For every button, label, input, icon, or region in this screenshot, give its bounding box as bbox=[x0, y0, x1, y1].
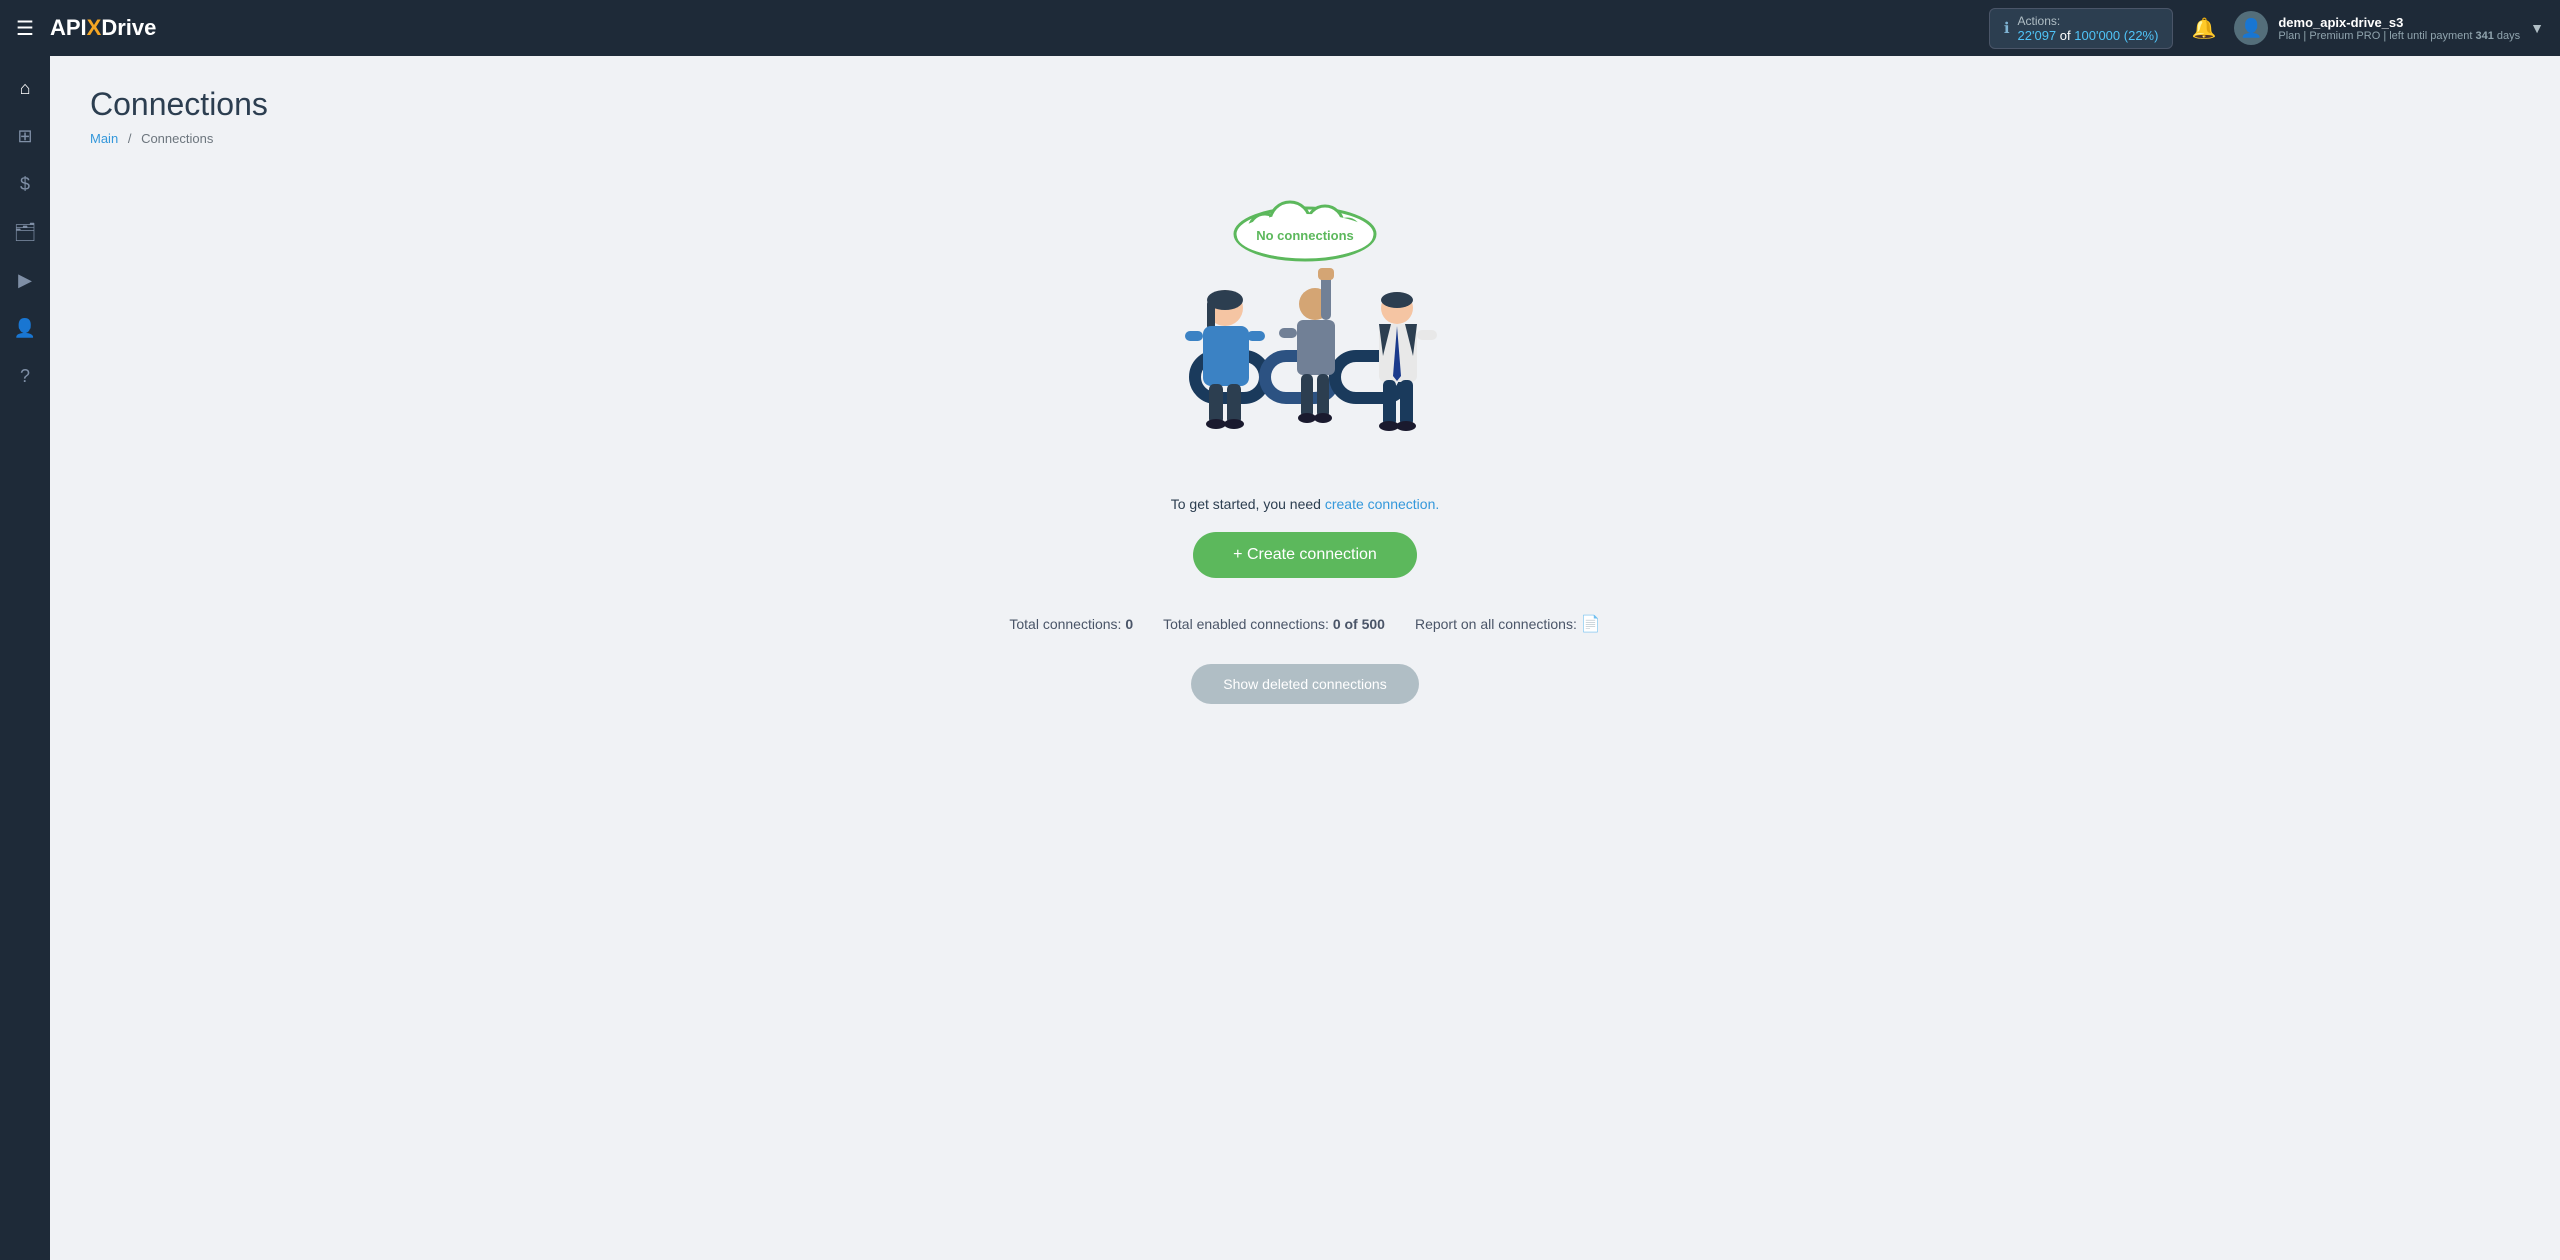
sidebar-item-billing[interactable]: $ bbox=[5, 164, 45, 204]
user-section[interactable]: 👤 demo_apix-drive_s3 Plan | Premium PRO … bbox=[2234, 11, 2544, 45]
report-icon[interactable]: 📄 bbox=[1581, 616, 1601, 633]
breadcrumb-current: Connections bbox=[141, 131, 213, 146]
report-label: Report on all connections: 📄 bbox=[1415, 614, 1601, 634]
create-connection-button[interactable]: + Create connection bbox=[1193, 532, 1417, 578]
user-avatar: 👤 bbox=[2234, 11, 2268, 45]
main-content: Connections Main / Connections bbox=[50, 56, 2560, 1260]
actions-pct: (22%) bbox=[2124, 28, 2159, 43]
menu-icon[interactable]: ☰ bbox=[16, 16, 34, 41]
breadcrumb: Main / Connections bbox=[90, 131, 2520, 146]
sidebar: ⌂ ⊞ $ 🗂 ▶ 👤 ? bbox=[0, 56, 50, 1260]
breadcrumb-separator: / bbox=[128, 131, 132, 146]
enabled-label-text: Total enabled connections: bbox=[1163, 616, 1329, 632]
user-plan: Plan | Premium PRO | left until payment … bbox=[2278, 30, 2520, 42]
page-title: Connections bbox=[90, 86, 2520, 123]
sidebar-item-home[interactable]: ⌂ bbox=[5, 68, 45, 108]
app-layout: ⌂ ⊞ $ 🗂 ▶ 👤 ? Connections Main / Connect… bbox=[0, 56, 2560, 1260]
user-info: demo_apix-drive_s3 Plan | Premium PRO | … bbox=[2278, 15, 2520, 42]
total-connections-label: Total connections: 0 bbox=[1009, 616, 1133, 632]
notification-icon[interactable]: 🔔 bbox=[2191, 16, 2216, 41]
logo-drive-text: Drive bbox=[101, 15, 156, 41]
actions-label: Actions: bbox=[2018, 14, 2159, 28]
user-name: demo_apix-drive_s3 bbox=[2278, 15, 2520, 30]
breadcrumb-main-link[interactable]: Main bbox=[90, 131, 118, 146]
sidebar-item-projects[interactable]: 🗂 bbox=[5, 212, 45, 252]
actions-count: 22'097 of 100'000 (22%) bbox=[2018, 28, 2159, 43]
people-chain-svg bbox=[1135, 256, 1475, 476]
logo: APIXDrive bbox=[50, 15, 156, 41]
sidebar-item-help[interactable]: ? bbox=[5, 356, 45, 396]
svg-text:No connections: No connections bbox=[1256, 228, 1354, 243]
logo-x-text: X bbox=[87, 15, 102, 41]
actions-used: 22'097 bbox=[2018, 28, 2057, 43]
enabled-connections-label: Total enabled connections: 0 of 500 bbox=[1163, 616, 1385, 632]
empty-state-description: To get started, you need create connecti… bbox=[1171, 496, 1440, 512]
description-prefix: To get started, you need bbox=[1171, 496, 1321, 512]
stats-row: Total connections: 0 Total enabled conne… bbox=[1009, 614, 1600, 634]
top-navigation: ☰ APIXDrive ℹ Actions: 22'097 of 100'000… bbox=[0, 0, 2560, 56]
total-connections-value: 0 bbox=[1125, 616, 1133, 632]
report-label-text: Report on all connections: bbox=[1415, 616, 1577, 632]
sidebar-item-profile[interactable]: 👤 bbox=[5, 308, 45, 348]
info-icon: ℹ bbox=[2004, 19, 2010, 37]
empty-state-area: No connections bbox=[90, 186, 2520, 704]
sidebar-item-connections[interactable]: ⊞ bbox=[5, 116, 45, 156]
total-label-text: Total connections: bbox=[1009, 616, 1121, 632]
sidebar-item-video[interactable]: ▶ bbox=[5, 260, 45, 300]
logo-api-text: API bbox=[50, 15, 87, 41]
illustration: No connections bbox=[1135, 196, 1475, 476]
actions-of-text: of bbox=[2060, 28, 2071, 43]
enabled-connections-value: 0 of 500 bbox=[1333, 616, 1385, 632]
create-connection-link[interactable]: create connection. bbox=[1325, 496, 1439, 512]
actions-total-val: 100'000 bbox=[2074, 28, 2120, 43]
actions-badge: ℹ Actions: 22'097 of 100'000 (22%) bbox=[1989, 8, 2174, 49]
show-deleted-connections-button[interactable]: Show deleted connections bbox=[1191, 664, 1418, 704]
chevron-down-icon: ▼ bbox=[2530, 20, 2544, 36]
